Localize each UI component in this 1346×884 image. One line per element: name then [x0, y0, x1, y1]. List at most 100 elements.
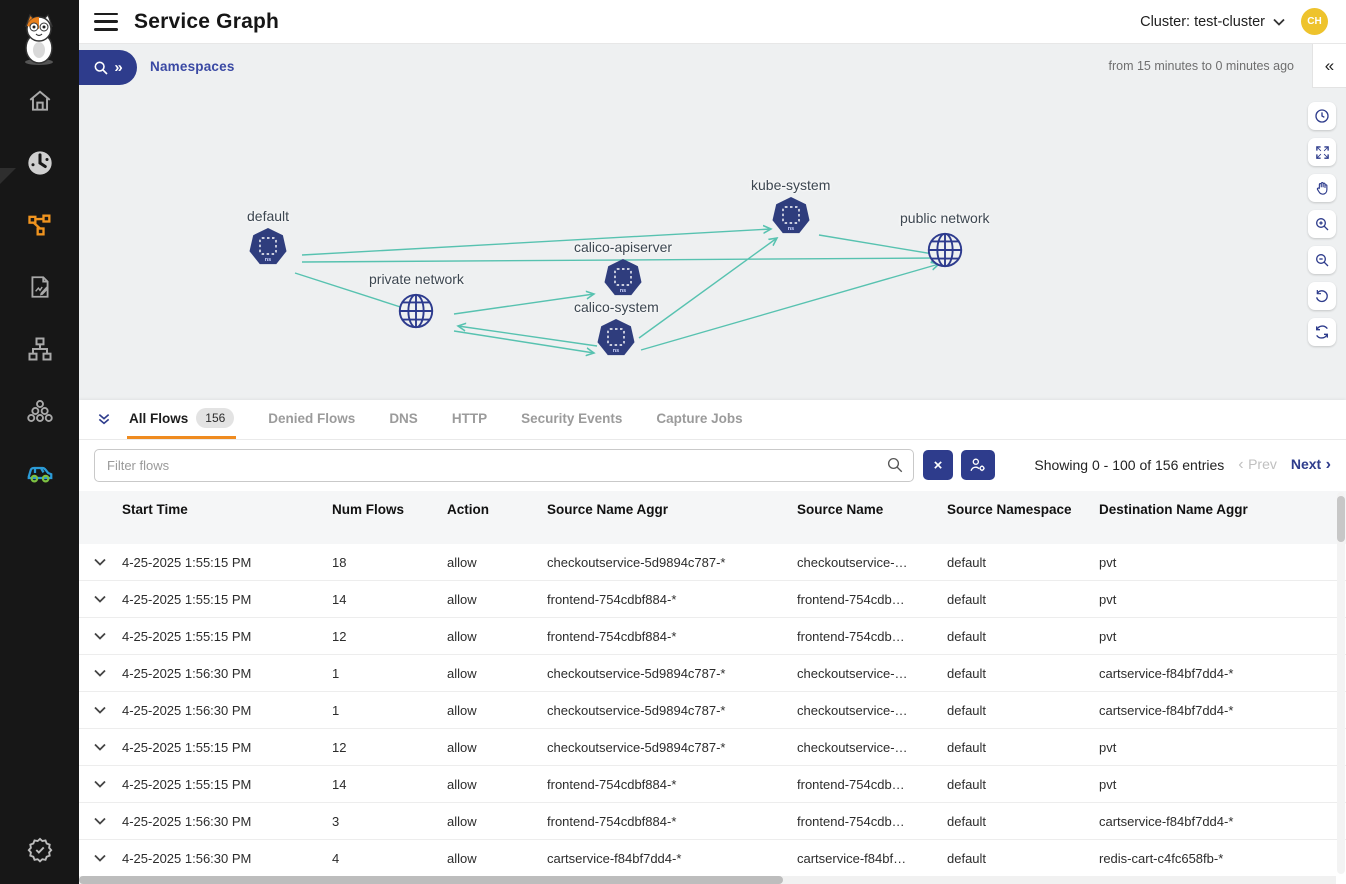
cell-dest-name-aggr: pvt — [1099, 629, 1346, 644]
vertical-scrollbar-thumb[interactable] — [1337, 496, 1345, 542]
tab-security-events[interactable]: Security Events — [519, 400, 624, 439]
horizontal-scrollbar[interactable] — [79, 876, 1336, 884]
hamburger-menu-button[interactable] — [94, 13, 118, 31]
pan-hand-button[interactable] — [1308, 174, 1336, 202]
row-expand-chevron[interactable] — [94, 854, 122, 862]
row-expand-chevron[interactable] — [94, 817, 122, 825]
namespace-node-icon: ns — [603, 258, 643, 298]
row-expand-chevron[interactable] — [94, 706, 122, 714]
sidebar-item-verified[interactable] — [0, 836, 79, 864]
column-header[interactable]: Source Name Aggr — [547, 502, 797, 518]
tab-capture-jobs[interactable]: Capture Jobs — [654, 400, 744, 439]
sidebar-item-home[interactable] — [20, 84, 60, 118]
table-row: 4-25-2025 1:55:15 PM14allowfrontend-754c… — [79, 581, 1346, 618]
column-header[interactable]: Source Namespace — [947, 502, 1099, 518]
graph-node-public-network[interactable]: public network — [900, 210, 990, 271]
cluster-switcher[interactable]: Cluster: test-cluster — [1140, 14, 1285, 30]
tab-label: DNS — [389, 411, 418, 426]
cell-source-namespace: default — [947, 666, 1099, 681]
cell-source-name: frontend-754cdb… — [797, 592, 947, 607]
tab-label: Denied Flows — [268, 411, 355, 426]
cell-source-name-aggr: frontend-754cdbf884-* — [547, 592, 797, 607]
graph-sub-bar: » Namespaces from 15 minutes to 0 minute… — [79, 44, 1346, 88]
top-bar: Service Graph Cluster: test-cluster CH — [79, 0, 1346, 44]
cell-source-name: frontend-754cdb… — [797, 629, 947, 644]
tab-http[interactable]: HTTP — [450, 400, 489, 439]
dashboard-gauge-icon — [26, 149, 54, 177]
time-settings-button[interactable] — [1308, 102, 1336, 130]
cell-start-time: 4-25-2025 1:56:30 PM — [122, 814, 332, 829]
svg-text:ns: ns — [620, 288, 626, 294]
row-expand-chevron[interactable] — [94, 780, 122, 788]
zoom-in-button[interactable] — [1308, 210, 1336, 238]
row-expand-chevron[interactable] — [94, 558, 122, 566]
graph-node-calico-apiserver[interactable]: calico-apiserver ns — [574, 239, 672, 298]
sidebar-item-kind-car[interactable] — [20, 456, 60, 490]
column-header[interactable]: Action — [447, 502, 547, 518]
cell-source-name-aggr: frontend-754cdbf884-* — [547, 629, 797, 644]
service-graph-icon — [26, 211, 54, 239]
fit-screen-button[interactable] — [1308, 138, 1336, 166]
row-expand-chevron[interactable] — [94, 595, 122, 603]
tab-denied-flows[interactable]: Denied Flows — [266, 400, 357, 439]
cell-start-time: 4-25-2025 1:56:30 PM — [122, 666, 332, 681]
filter-flows-input[interactable] — [94, 449, 914, 482]
table-header-row: Start TimeNum FlowsActionSource Name Agg… — [79, 491, 1346, 544]
tab-label: Capture Jobs — [656, 411, 742, 426]
sidebar-nav — [0, 84, 79, 490]
column-header[interactable]: Destination Name Aggr — [1099, 502, 1346, 518]
graph-node-calico-system[interactable]: calico-system ns — [574, 299, 659, 358]
sidebar-item-cluster[interactable] — [20, 394, 60, 428]
cell-start-time: 4-25-2025 1:55:15 PM — [122, 555, 332, 570]
horizontal-scrollbar-thumb[interactable] — [79, 876, 783, 884]
tab-badge: 156 — [196, 408, 234, 428]
graph-node-private-network[interactable]: private network — [369, 271, 464, 332]
graph-node-default[interactable]: default ns — [247, 208, 289, 267]
row-expand-chevron[interactable] — [94, 669, 122, 677]
panel-collapse-button[interactable] — [91, 407, 117, 433]
cell-action: allow — [447, 703, 547, 718]
cell-source-namespace: default — [947, 777, 1099, 792]
tab-all-flows[interactable]: All Flows 156 — [127, 400, 236, 439]
right-panel-collapse-button[interactable]: « — [1312, 44, 1346, 88]
network-tree-icon — [26, 335, 54, 363]
sidebar-item-dashboard[interactable] — [20, 146, 60, 180]
cell-source-namespace: default — [947, 851, 1099, 866]
cell-num-flows: 3 — [332, 814, 447, 829]
column-header[interactable]: Num Flows — [332, 502, 447, 518]
graph-node-kube-system[interactable]: kube-system ns — [751, 177, 830, 236]
cat-logo[interactable] — [16, 10, 62, 66]
chevron-right-icon: › — [1321, 456, 1331, 473]
zoom-in-icon — [1314, 216, 1330, 232]
vertical-scrollbar[interactable] — [1337, 492, 1345, 874]
graph-search-button[interactable]: » — [79, 50, 137, 85]
breadcrumb[interactable]: Namespaces — [150, 59, 235, 74]
column-header[interactable]: Start Time — [122, 502, 332, 518]
next-page-button[interactable]: Next › — [1291, 456, 1331, 474]
undo-button[interactable] — [1308, 282, 1336, 310]
cell-source-name: checkoutservice-… — [797, 666, 947, 681]
avatar[interactable]: CH — [1301, 8, 1328, 35]
service-graph-canvas[interactable]: default ns private network calico-apiser… — [79, 88, 1346, 400]
tab-dns[interactable]: DNS — [387, 400, 420, 439]
zoom-out-button[interactable] — [1308, 246, 1336, 274]
sidebar-item-network-hierarchy[interactable] — [20, 332, 60, 366]
double-chevron-right-icon: » — [114, 60, 122, 75]
sidebar-item-service-graph[interactable] — [20, 208, 60, 242]
cell-source-name: frontend-754cdb… — [797, 814, 947, 829]
table-row: 4-25-2025 1:55:15 PM14allowfrontend-754c… — [79, 766, 1346, 803]
chevron-down-icon — [1273, 18, 1285, 26]
clear-filter-button[interactable]: × — [923, 450, 953, 480]
table-body: 4-25-2025 1:55:15 PM18allowcheckoutservi… — [79, 544, 1346, 876]
cell-source-namespace: default — [947, 629, 1099, 644]
refresh-button[interactable] — [1308, 318, 1336, 346]
column-header[interactable]: Source Name — [797, 502, 947, 518]
sidebar-item-reports[interactable] — [20, 270, 60, 304]
table-row: 4-25-2025 1:55:15 PM12allowcheckoutservi… — [79, 729, 1346, 766]
row-expand-chevron[interactable] — [94, 743, 122, 751]
row-expand-chevron[interactable] — [94, 632, 122, 640]
car-icon — [25, 458, 55, 488]
prev-page-button[interactable]: ‹ Prev — [1238, 456, 1277, 474]
customize-columns-button[interactable] — [961, 450, 995, 480]
cell-num-flows: 14 — [332, 592, 447, 607]
